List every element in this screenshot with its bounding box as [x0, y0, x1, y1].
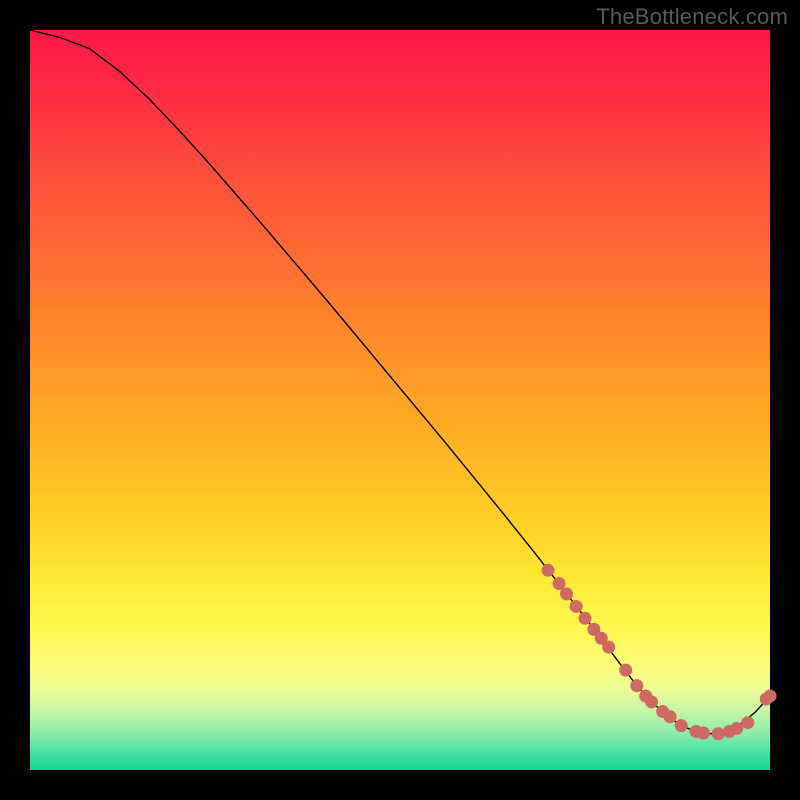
scatter-point	[630, 679, 643, 692]
scatter-point	[579, 612, 592, 625]
scatter-points-group	[542, 564, 777, 741]
scatter-point	[712, 727, 725, 740]
scatter-point	[741, 716, 754, 729]
chart-plot-area	[30, 30, 770, 770]
scatter-point	[675, 719, 688, 732]
scatter-point	[602, 641, 615, 654]
scatter-point	[697, 727, 710, 740]
curve-line	[30, 30, 770, 734]
watermark-text: TheBottleneck.com	[596, 4, 788, 30]
scatter-point	[645, 695, 658, 708]
scatter-point	[664, 710, 677, 723]
chart-svg	[30, 30, 770, 770]
scatter-point	[542, 564, 555, 577]
scatter-point	[730, 722, 743, 735]
scatter-point	[570, 600, 583, 613]
scatter-point	[764, 690, 777, 703]
scatter-point	[560, 587, 573, 600]
scatter-point	[619, 664, 632, 677]
